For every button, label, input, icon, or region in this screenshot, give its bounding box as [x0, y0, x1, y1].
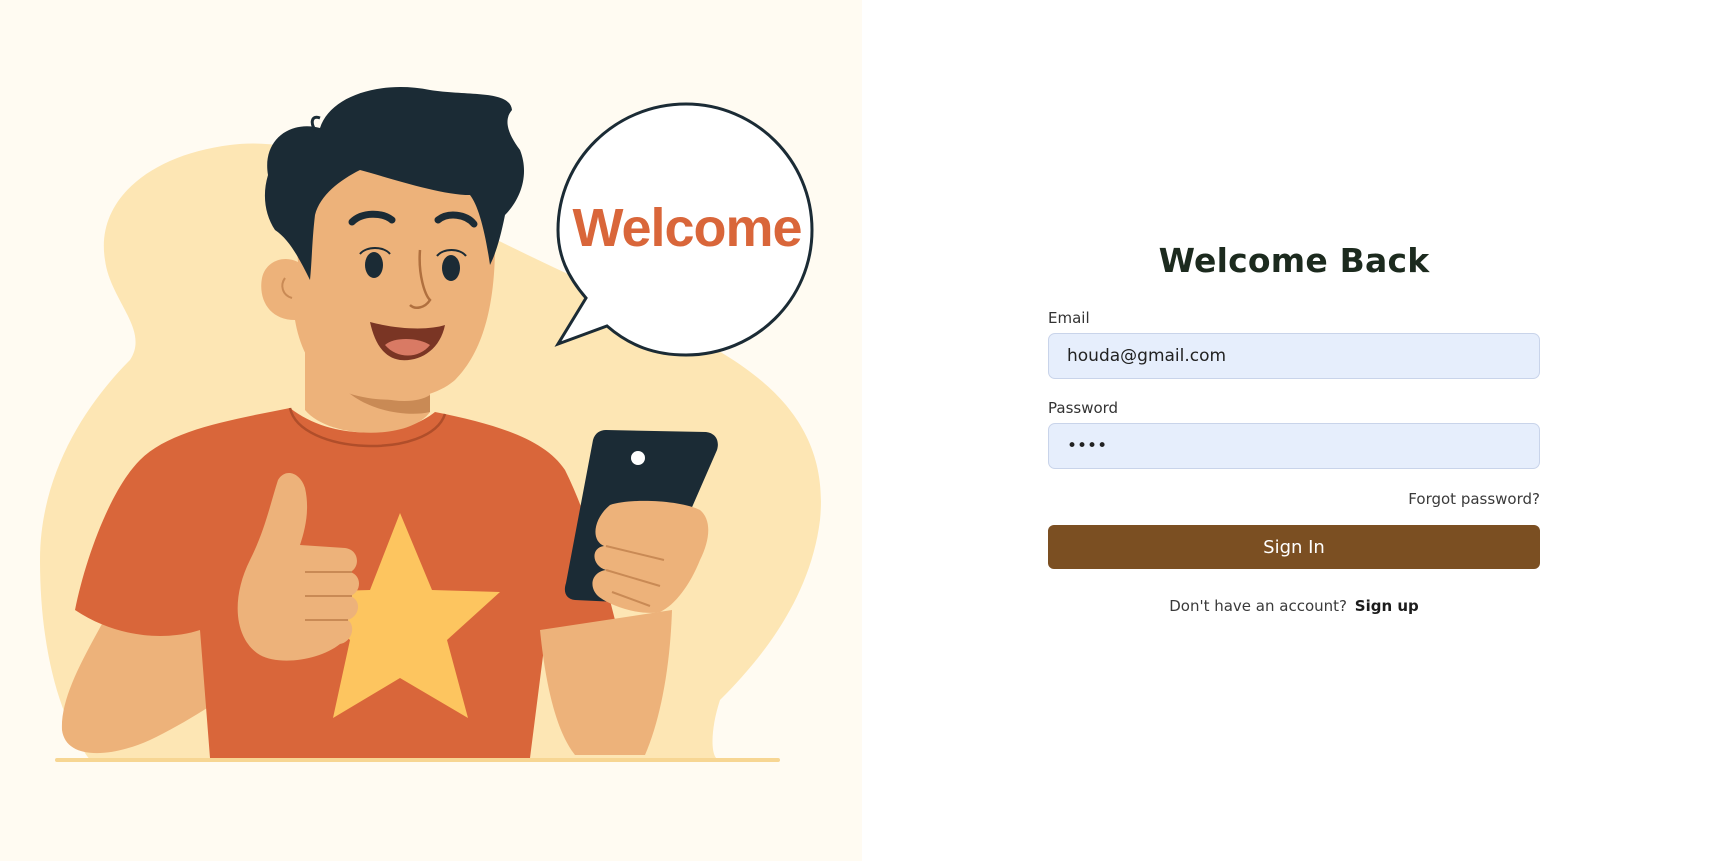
signup-row: Don't have an account? Sign up — [1048, 597, 1540, 615]
right-eye — [442, 255, 460, 281]
forgot-password-row: Forgot password? — [1048, 489, 1540, 509]
email-label: Email — [1048, 309, 1090, 327]
page-title: Welcome Back — [1158, 241, 1430, 280]
email-input[interactable] — [1048, 333, 1540, 379]
illustration-panel: Welcome — [0, 0, 862, 861]
welcome-illustration: Welcome — [40, 87, 821, 762]
phone-camera-icon — [631, 451, 645, 465]
password-label: Password — [1048, 399, 1119, 417]
forgot-password-link[interactable]: Forgot password? — [1408, 490, 1540, 508]
sign-up-link[interactable]: Sign up — [1355, 597, 1419, 615]
speech-bubble-text: Welcome — [572, 198, 801, 258]
login-form: Welcome Back Email Password Forgot passw… — [1048, 240, 1540, 615]
left-eye — [365, 252, 383, 278]
signup-prompt: Don't have an account? — [1169, 597, 1347, 615]
login-panel: Welcome Back Email Password Forgot passw… — [862, 0, 1722, 861]
ground-line — [55, 758, 780, 762]
sign-in-button[interactable]: Sign In — [1048, 525, 1540, 569]
password-input[interactable] — [1048, 423, 1540, 469]
